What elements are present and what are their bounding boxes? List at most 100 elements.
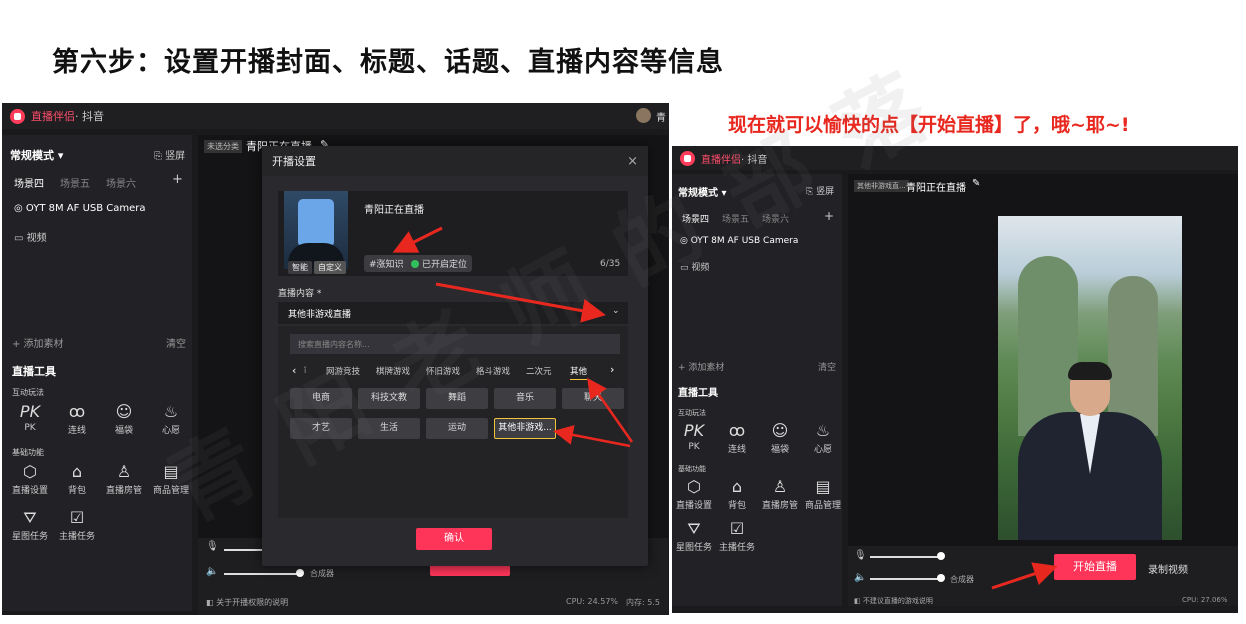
speaker-slider[interactable] bbox=[224, 573, 298, 575]
scene-tab-6[interactable]: 场景六 bbox=[762, 212, 789, 225]
tool-live-settings[interactable]: ⬡ 直播设置 bbox=[674, 476, 714, 511]
mic-slider[interactable] bbox=[224, 549, 264, 551]
tab-retro-games[interactable]: 怀旧游戏 bbox=[426, 365, 460, 377]
tool-star-task[interactable]: ⛛ 星图任务 bbox=[8, 507, 52, 542]
scene-tab-6[interactable]: 场景六 bbox=[106, 175, 136, 190]
content-search-input[interactable]: 搜索直播内容名称... bbox=[290, 334, 620, 354]
tool-wish[interactable]: ♨ 心愿 bbox=[149, 401, 193, 436]
speaker-icon: 🔈 bbox=[854, 572, 867, 583]
speaker-slider-handle[interactable] bbox=[296, 569, 304, 577]
cover-image[interactable] bbox=[284, 191, 348, 269]
tab-other[interactable]: 其他 bbox=[570, 365, 588, 380]
tool-link[interactable]: ꝏ 连线 bbox=[717, 420, 757, 455]
content-select[interactable]: 其他非游戏直播 ⌄ bbox=[278, 302, 628, 324]
live-title-input[interactable]: 青阳正在直播 bbox=[364, 201, 424, 216]
confirm-button[interactable]: 确认 bbox=[416, 528, 492, 550]
clear-button[interactable]: 清空 bbox=[166, 335, 186, 350]
scene-tab-4[interactable]: 场景四 bbox=[682, 212, 709, 225]
record-video-button[interactable]: 录制视频 bbox=[1148, 561, 1188, 576]
tabs-next-icon[interactable]: › bbox=[610, 363, 614, 376]
add-scene-button[interactable]: + bbox=[824, 209, 834, 223]
title-bar: 直播伴侣 · 抖音 bbox=[2, 103, 669, 129]
video-icon: ▭ bbox=[14, 233, 27, 244]
tool-goods[interactable]: ▤ 商品管理 bbox=[803, 476, 843, 511]
start-live-button[interactable]: 开始直播 bbox=[1054, 554, 1136, 580]
tool-anchor-task[interactable]: ☑ 主播任务 bbox=[55, 507, 99, 542]
tool-live-settings[interactable]: ⬡ 直播设置 bbox=[8, 461, 52, 496]
basic-tools: ⬡ 直播设置 ⌂ 背包 ♙ 直播房管 ▤ 商品管理 bbox=[674, 476, 843, 511]
category-sports[interactable]: 运动 bbox=[426, 418, 488, 439]
source-camera[interactable]: ◎ OYT 8M AF USB Camera bbox=[680, 236, 798, 246]
tool-label: PK bbox=[688, 442, 700, 452]
tool-room-manager[interactable]: ♙ 直播房管 bbox=[760, 476, 800, 511]
tab-card-games[interactable]: 棋牌游戏 bbox=[376, 365, 410, 377]
tabs-prev-icon[interactable]: ‹ bbox=[292, 364, 296, 377]
mode-dropdown[interactable]: 常规模式 ▾ bbox=[10, 147, 63, 163]
memory-usage: 内存: 5.5 bbox=[626, 598, 660, 607]
category-tech-edu[interactable]: 科技文教 bbox=[358, 388, 420, 409]
tool-goods[interactable]: ▤ 商品管理 bbox=[149, 461, 193, 496]
content-label: 直播内容 * bbox=[278, 289, 322, 299]
speaker-slider-handle[interactable] bbox=[937, 574, 945, 582]
tab-fighting-games[interactable]: 格斗游戏 bbox=[476, 365, 510, 377]
close-icon[interactable]: × bbox=[627, 154, 638, 169]
anchor-task-icon: ☑ bbox=[729, 519, 745, 538]
game-notice[interactable]: ◧ 不建议直播的游戏说明 bbox=[854, 596, 933, 606]
category-talent[interactable]: 才艺 bbox=[290, 418, 352, 439]
tool-label: 直播房管 bbox=[761, 501, 798, 511]
add-material-button[interactable]: + 添加素材 bbox=[12, 335, 64, 350]
tool-pk[interactable]: PK PK bbox=[8, 401, 52, 436]
category-tag[interactable]: 未选分类 bbox=[204, 140, 242, 153]
add-material-button[interactable]: + 添加素材 bbox=[678, 360, 724, 373]
location-text: 已开启定位 bbox=[422, 260, 468, 270]
content-select-value: 其他非游戏直播 bbox=[288, 310, 352, 320]
source-video[interactable]: ▭ 视频 bbox=[680, 260, 709, 273]
stream-title[interactable]: 青阳正在直播 bbox=[906, 179, 966, 194]
category-ecommerce[interactable]: 电商 bbox=[290, 388, 352, 409]
tool-star-task[interactable]: ⛛ 星图任务 bbox=[674, 518, 714, 553]
tool-anchor-task[interactable]: ☑ 主播任务 bbox=[717, 518, 757, 553]
notice-icon: ◧ bbox=[206, 598, 217, 607]
source-video[interactable]: ▭ 视频 bbox=[14, 229, 47, 244]
pk-icon: PK bbox=[683, 421, 705, 440]
mode-dropdown[interactable]: 常规模式 ▾ bbox=[678, 184, 727, 199]
scene-tab-5[interactable]: 场景五 bbox=[60, 175, 90, 190]
tool-lucky-bag[interactable]: ☺ 福袋 bbox=[760, 420, 800, 455]
category-tag[interactable]: 其他非游戏直... bbox=[854, 180, 909, 192]
scene-tab-5[interactable]: 场景五 bbox=[722, 212, 749, 225]
user-avatar[interactable] bbox=[636, 108, 651, 123]
category-other-non-game[interactable]: 其他非游戏... bbox=[494, 418, 556, 439]
category-dance[interactable]: 舞蹈 bbox=[426, 388, 488, 409]
add-scene-button[interactable]: + bbox=[172, 172, 183, 187]
permission-notice[interactable]: ◧ 关于开播权限的说明 bbox=[206, 597, 288, 608]
mic-slider[interactable] bbox=[870, 556, 940, 558]
clear-button[interactable]: 清空 bbox=[818, 360, 836, 373]
tool-wish[interactable]: ♨ 心愿 bbox=[803, 420, 843, 455]
vertical-toggle[interactable]: ⎘ 竖屏 bbox=[806, 184, 834, 197]
mic-slider-handle[interactable] bbox=[937, 552, 945, 560]
tool-label: 主播任务 bbox=[58, 532, 95, 542]
category-music[interactable]: 音乐 bbox=[494, 388, 556, 409]
category-life[interactable]: 生活 bbox=[358, 418, 420, 439]
tool-pk[interactable]: PK PK bbox=[674, 420, 714, 455]
category-chat[interactable]: 聊天 bbox=[562, 388, 624, 409]
tool-room-manager[interactable]: ♙ 直播房管 bbox=[102, 461, 146, 496]
tool-bag[interactable]: ⌂ 背包 bbox=[55, 461, 99, 496]
tab-online-games[interactable]: 网游竞技 bbox=[326, 365, 360, 377]
speaker-slider[interactable] bbox=[870, 578, 940, 580]
source-camera[interactable]: ◎ OYT 8M AF USB Camera bbox=[14, 203, 146, 214]
interact-tools: PK PK ꝏ 连线 ☺ 福袋 ♨ 心愿 bbox=[674, 420, 843, 455]
cover-custom-chip[interactable]: 自定义 bbox=[314, 261, 346, 274]
edit-title-icon[interactable]: ✎ bbox=[972, 178, 980, 189]
tool-label: 心愿 bbox=[813, 445, 832, 455]
location-chip[interactable]: 已开启定位 bbox=[406, 255, 473, 272]
tool-lucky-bag[interactable]: ☺ 福袋 bbox=[102, 401, 146, 436]
cover-smart-chip[interactable]: 智能 bbox=[288, 261, 312, 274]
tab-anime[interactable]: 二次元 bbox=[526, 365, 552, 377]
tool-link[interactable]: ꝏ 连线 bbox=[55, 401, 99, 436]
topic-tag[interactable]: #涨知识 bbox=[364, 255, 409, 272]
scene-tab-4[interactable]: 场景四 bbox=[14, 175, 44, 190]
tool-bag[interactable]: ⌂ 背包 bbox=[717, 476, 757, 511]
vertical-toggle[interactable]: ⎘ 竖屏 bbox=[154, 147, 185, 162]
notice-text: 关于开播权限的说明 bbox=[216, 598, 289, 607]
